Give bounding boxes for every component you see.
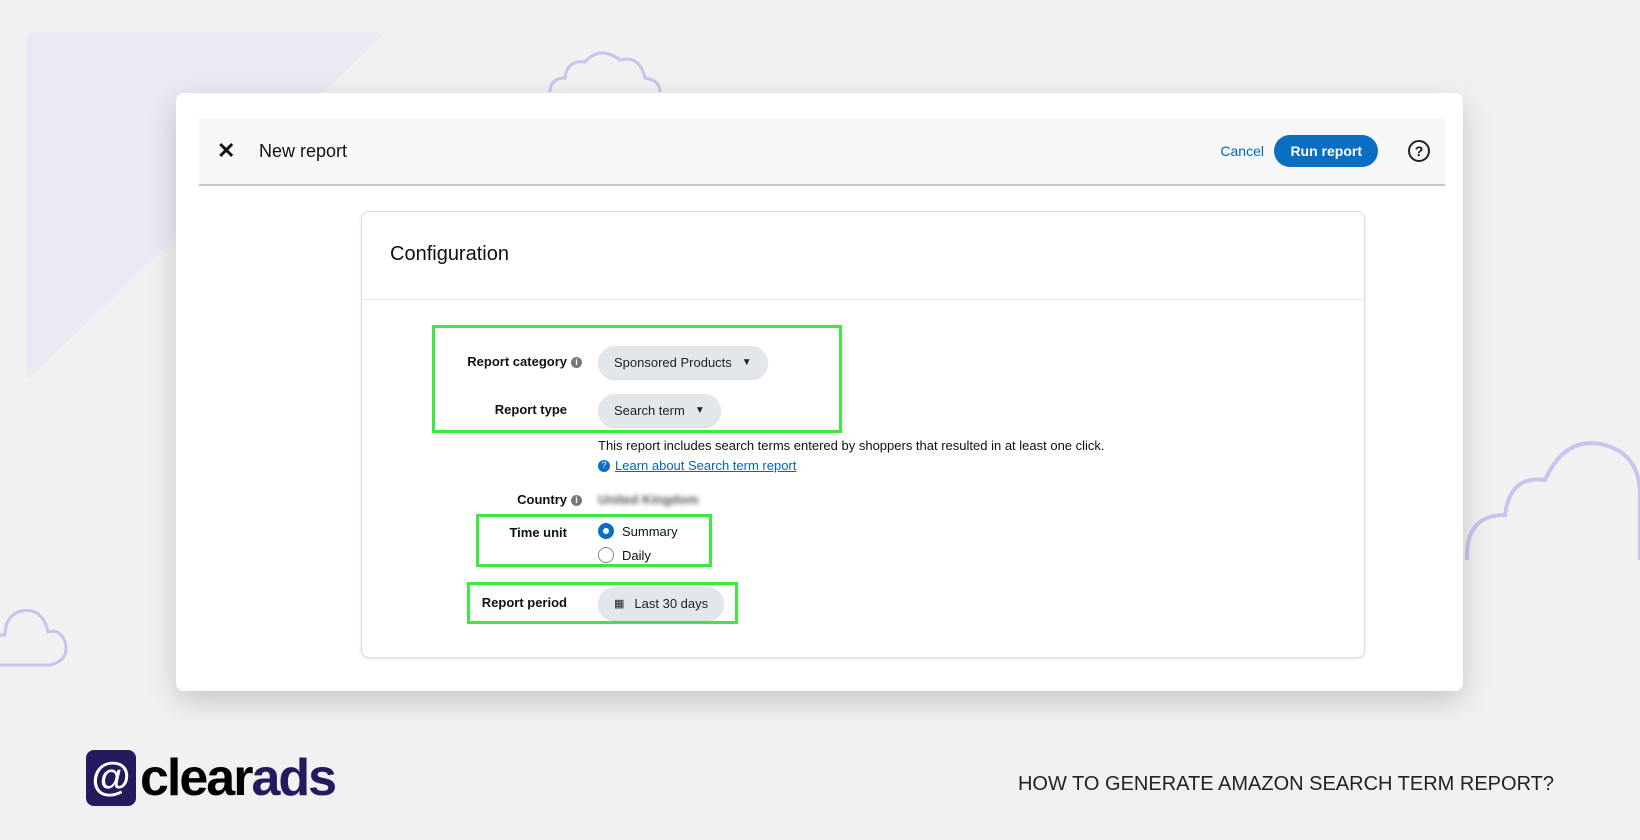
country-label: Country i: [382, 492, 582, 507]
report-category-label: Report category i: [382, 354, 582, 369]
logo-text: clearads: [140, 749, 337, 807]
report-type-description: This report includes search terms entere…: [598, 438, 1105, 453]
cloud-icon: [0, 609, 68, 667]
info-icon[interactable]: i: [571, 495, 582, 507]
configuration-card: Configuration Report category i Sponsored…: [361, 211, 1365, 658]
chevron-down-icon: ▼: [694, 405, 705, 416]
question-icon: ?: [598, 459, 610, 472]
new-report-window: ✕ New report Cancel Run report ? Configu…: [176, 93, 1463, 691]
country-value: United Kingdom: [598, 492, 699, 507]
radio-selected-icon[interactable]: [598, 523, 614, 539]
radio-summary[interactable]: Summary: [598, 523, 678, 539]
cancel-button[interactable]: Cancel: [1220, 143, 1264, 159]
header-bar: ✕ New report Cancel Run report ?: [199, 118, 1445, 186]
dropdown-value: Sponsored Products: [614, 355, 732, 370]
chevron-down-icon: ▼: [741, 357, 752, 368]
picker-value: Last 30 days: [634, 596, 709, 611]
configuration-title: Configuration: [362, 212, 1364, 300]
page-title: New report: [259, 140, 348, 161]
logo-mark-icon: @: [86, 750, 136, 806]
learn-more-link[interactable]: Learn about Search term report: [615, 458, 796, 473]
cloud-icon: [1465, 441, 1640, 561]
report-period-label: Report period: [481, 595, 567, 610]
label-text: Report category: [467, 354, 567, 369]
dropdown-value: Search term: [614, 403, 685, 418]
time-unit-label: Time unit: [509, 525, 567, 540]
label-text: Country: [517, 492, 567, 507]
report-type-dropdown[interactable]: Search term ▼: [598, 394, 721, 427]
calendar-icon: ▦: [614, 598, 625, 610]
tagline: HOW TO GENERATE AMAZON SEARCH TERM REPOR…: [1017, 773, 1554, 795]
info-icon[interactable]: i: [571, 357, 582, 369]
report-period-picker[interactable]: ▦ Last 30 days: [598, 587, 725, 620]
clearads-logo: @ clearads: [86, 748, 337, 808]
radio-unselected-icon[interactable]: [598, 547, 614, 563]
radio-daily[interactable]: Daily: [598, 547, 651, 563]
cloud-icon: [548, 51, 662, 93]
report-type-label: Report type: [494, 402, 567, 417]
highlight-box: [476, 514, 712, 567]
report-category-dropdown[interactable]: Sponsored Products ▼: [598, 346, 768, 379]
help-icon[interactable]: ?: [1408, 140, 1430, 162]
close-icon[interactable]: ✕: [217, 138, 235, 164]
run-report-button[interactable]: Run report: [1274, 135, 1378, 167]
radio-label: Summary: [622, 523, 678, 539]
radio-label: Daily: [622, 547, 651, 563]
